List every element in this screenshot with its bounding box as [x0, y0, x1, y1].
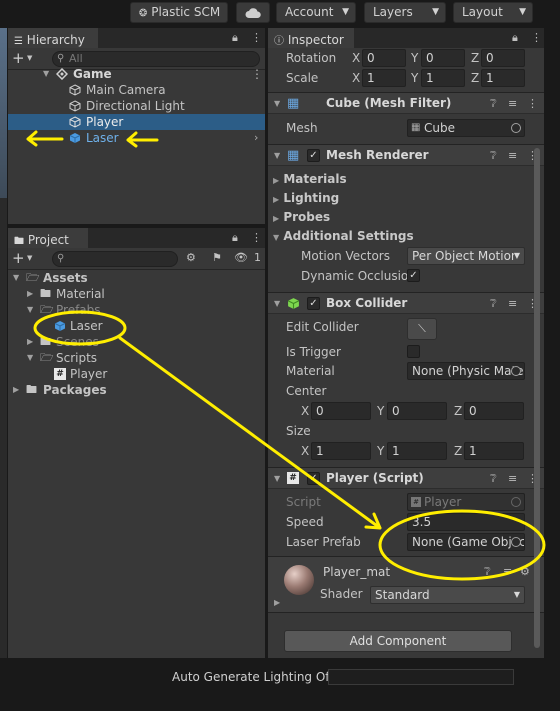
annotation-circle-laser-prefab: [33, 310, 127, 346]
annotation-arrow-right: [126, 131, 159, 148]
annotation-overlay: [26, 130, 546, 581]
annotation-drag-arrow: [118, 336, 382, 530]
annotation-circle-laser-prefab-field: [378, 509, 546, 581]
annotation-arrow-left: [26, 130, 64, 147]
